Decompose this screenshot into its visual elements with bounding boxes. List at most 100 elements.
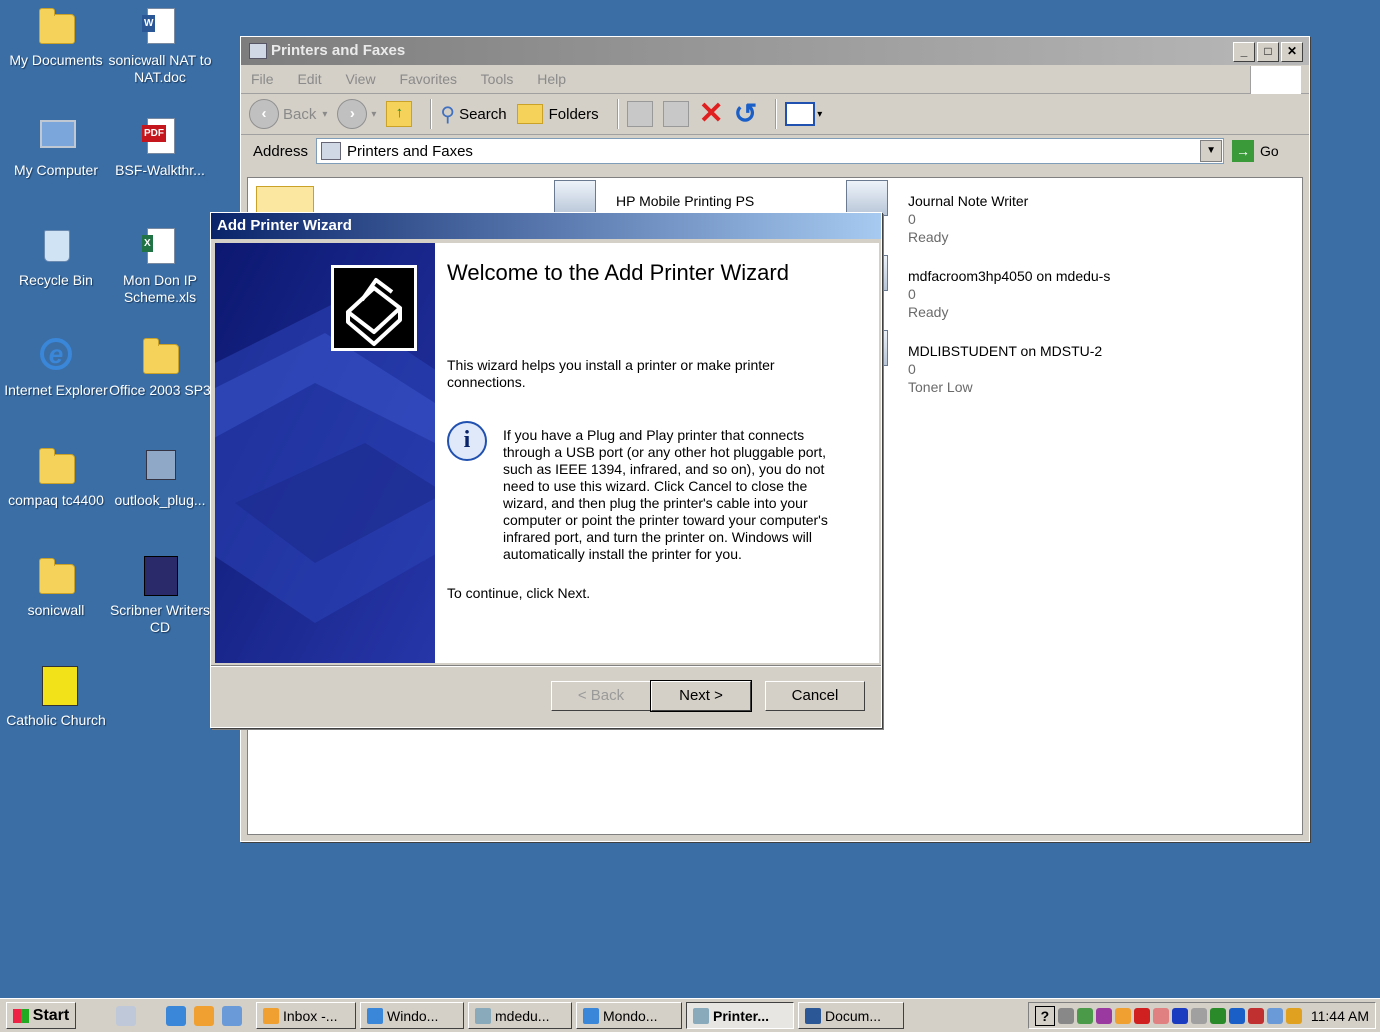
outlook-icon xyxy=(263,1007,279,1024)
undo-icon: ↺ xyxy=(733,98,758,129)
wizard-intro-text: This wizard helps you install a printer … xyxy=(447,357,775,390)
wizard-titlebar[interactable]: Add Printer Wizard xyxy=(211,213,881,239)
task-inbox[interactable]: Inbox -... xyxy=(256,1002,356,1029)
printer-item[interactable]: HP Mobile Printing PS xyxy=(554,180,754,216)
menu-tools[interactable]: Tools xyxy=(481,71,514,87)
printer-documents: 0 xyxy=(908,286,916,302)
menu-edit[interactable]: Edit xyxy=(297,71,321,87)
desktop-icon-mon-don-ip-scheme[interactable]: X Mon Don IP Scheme.xls xyxy=(108,226,212,306)
desktop-icon-catholic-church[interactable]: Catholic Church xyxy=(4,666,108,729)
delete-button[interactable]: ✕ xyxy=(699,98,724,130)
help-icon[interactable]: ? xyxy=(1034,1005,1055,1026)
desktop-icon-my-documents[interactable]: My Documents xyxy=(4,6,108,69)
desktop-icon-label: Recycle Bin xyxy=(19,272,93,288)
desktop-icon-scribner-writers-cd[interactable]: Scribner Writers CD xyxy=(108,556,212,636)
move-to-button[interactable] xyxy=(626,98,653,130)
taskbar: Start Inbox -... Windo... mdedu... Mondo… xyxy=(0,998,1380,1032)
clock[interactable]: 11:44 AM xyxy=(1311,1008,1369,1024)
forward-arrow-icon: › xyxy=(337,99,368,129)
up-folder-icon: ↑ xyxy=(386,101,413,127)
desktop-icon-internet-explorer[interactable]: e Internet Explorer xyxy=(4,336,108,399)
word-document-icon: W xyxy=(140,6,180,46)
desktop-icon-office-2003-sp3[interactable]: Office 2003 SP3 xyxy=(108,336,212,399)
minimize-button[interactable]: _ xyxy=(1233,42,1255,62)
tray-app-icon[interactable] xyxy=(1247,1007,1264,1024)
go-label: Go xyxy=(1260,143,1279,159)
tray-app-icon[interactable] xyxy=(1095,1007,1112,1024)
printer-item[interactable]: mdfacroom3hp4050 on mdedu-s 0 Ready xyxy=(846,255,1111,321)
desktop-icon-compaq-tc4400[interactable]: compaq tc4400 xyxy=(4,446,108,509)
menu-file[interactable]: File xyxy=(251,71,274,87)
desktop-icon-label: BSF-Walkthr... xyxy=(115,162,205,178)
info-icon: i xyxy=(447,421,487,461)
search-button[interactable]: ⚲ Search xyxy=(440,98,506,130)
installer-icon xyxy=(140,446,180,486)
move-to-icon xyxy=(626,101,653,127)
desktop-icon-my-computer[interactable]: My Computer xyxy=(4,116,108,179)
printer-name: mdfacroom3hp4050 on mdedu-s xyxy=(908,268,1111,284)
start-button[interactable]: Start xyxy=(6,1002,76,1029)
menu-view[interactable]: View xyxy=(345,71,375,87)
maximize-button[interactable]: □ xyxy=(1257,42,1279,62)
wizard-cancel-button[interactable]: Cancel xyxy=(765,681,865,711)
back-dropdown-icon[interactable]: ▾ xyxy=(322,109,327,120)
menu-bar: File Edit View Favorites Tools Help xyxy=(241,65,1309,94)
outlook-quicklaunch-icon[interactable] xyxy=(194,1005,214,1026)
media-quicklaunch-icon[interactable] xyxy=(222,1005,242,1026)
menu-favorites[interactable]: Favorites xyxy=(399,71,457,87)
back-arrow-icon: ‹ xyxy=(249,99,279,129)
tray-app-icon[interactable] xyxy=(1228,1007,1245,1024)
desktop-icon-label: Internet Explorer xyxy=(4,382,108,398)
task-mondo[interactable]: Mondo... xyxy=(576,1002,682,1029)
wizard-side-banner xyxy=(215,243,435,663)
wizard-next-button[interactable]: Next > xyxy=(650,680,752,712)
printer-documents: 0 xyxy=(908,211,916,227)
desktop-icon-outlook-plugin[interactable]: outlook_plug... xyxy=(108,446,212,509)
tray-app-icon[interactable] xyxy=(1076,1007,1093,1024)
folders-icon xyxy=(516,104,543,124)
printer-item[interactable]: Journal Note Writer 0 Ready xyxy=(846,180,1029,246)
menu-help[interactable]: Help xyxy=(537,71,566,87)
printer-name: Journal Note Writer xyxy=(908,193,1029,209)
folders-button[interactable]: Folders xyxy=(516,98,599,130)
undo-button[interactable]: ↺ xyxy=(734,98,757,130)
back-button[interactable]: ‹ Back ▾ xyxy=(249,98,327,130)
forward-button[interactable]: › ▾ xyxy=(337,98,376,130)
internet-explorer-quicklaunch-icon[interactable] xyxy=(166,1005,186,1026)
address-value: Printers and Faxes xyxy=(347,142,473,160)
up-folder-button[interactable]: ↑ xyxy=(386,98,413,130)
forward-dropdown-icon[interactable]: ▾ xyxy=(371,109,376,120)
tray-app-icon[interactable] xyxy=(1190,1007,1207,1024)
views-button[interactable]: ▾ xyxy=(785,98,822,130)
desktop-icon-label: My Documents xyxy=(9,52,103,68)
network-tray-icon[interactable] xyxy=(1057,1007,1074,1024)
address-dropdown-icon[interactable]: ▼ xyxy=(1200,140,1223,162)
desktop-icon-bsf-walkthrough[interactable]: PDF BSF-Walkthr... xyxy=(108,116,212,179)
tray-app-icon[interactable] xyxy=(1209,1007,1226,1024)
printer-item[interactable]: MDLIBSTUDENT on MDSTU-2 0 Toner Low xyxy=(846,330,1102,396)
desktop-icon-recycle-bin[interactable]: Recycle Bin xyxy=(4,226,108,289)
explorer-titlebar[interactable]: Printers and Faxes _ □ ✕ xyxy=(241,37,1309,65)
wizard-back-button[interactable]: < Back xyxy=(551,681,651,711)
printer-status: Toner Low xyxy=(908,379,973,395)
tray-app-icon[interactable] xyxy=(1285,1007,1302,1024)
views-icon xyxy=(785,102,816,126)
task-windows[interactable]: Windo... xyxy=(360,1002,464,1029)
go-button[interactable]: → Go xyxy=(1232,140,1279,162)
tray-outlook-icon[interactable] xyxy=(1114,1007,1131,1024)
address-field[interactable]: Printers and Faxes ▼ xyxy=(316,138,1225,164)
task-printers[interactable]: Printer... xyxy=(686,1002,794,1029)
bluetooth-icon[interactable] xyxy=(1171,1007,1188,1024)
close-button[interactable]: ✕ xyxy=(1281,42,1303,62)
task-label: Docum... xyxy=(825,1007,882,1024)
task-mdedu[interactable]: mdedu... xyxy=(468,1002,572,1029)
copy-to-button[interactable] xyxy=(662,98,689,130)
tray-app-icon[interactable] xyxy=(1266,1007,1283,1024)
show-desktop-icon[interactable] xyxy=(116,1005,136,1026)
task-document[interactable]: Docum... xyxy=(798,1002,904,1029)
tray-app-icon[interactable] xyxy=(1152,1007,1169,1024)
desktop-icon-sonicwall-doc[interactable]: W sonicwall NAT to NAT.doc xyxy=(108,6,212,86)
desktop-icon-sonicwall[interactable]: sonicwall xyxy=(4,556,108,619)
start-label: Start xyxy=(32,1006,70,1024)
tray-app-icon[interactable] xyxy=(1133,1007,1150,1024)
